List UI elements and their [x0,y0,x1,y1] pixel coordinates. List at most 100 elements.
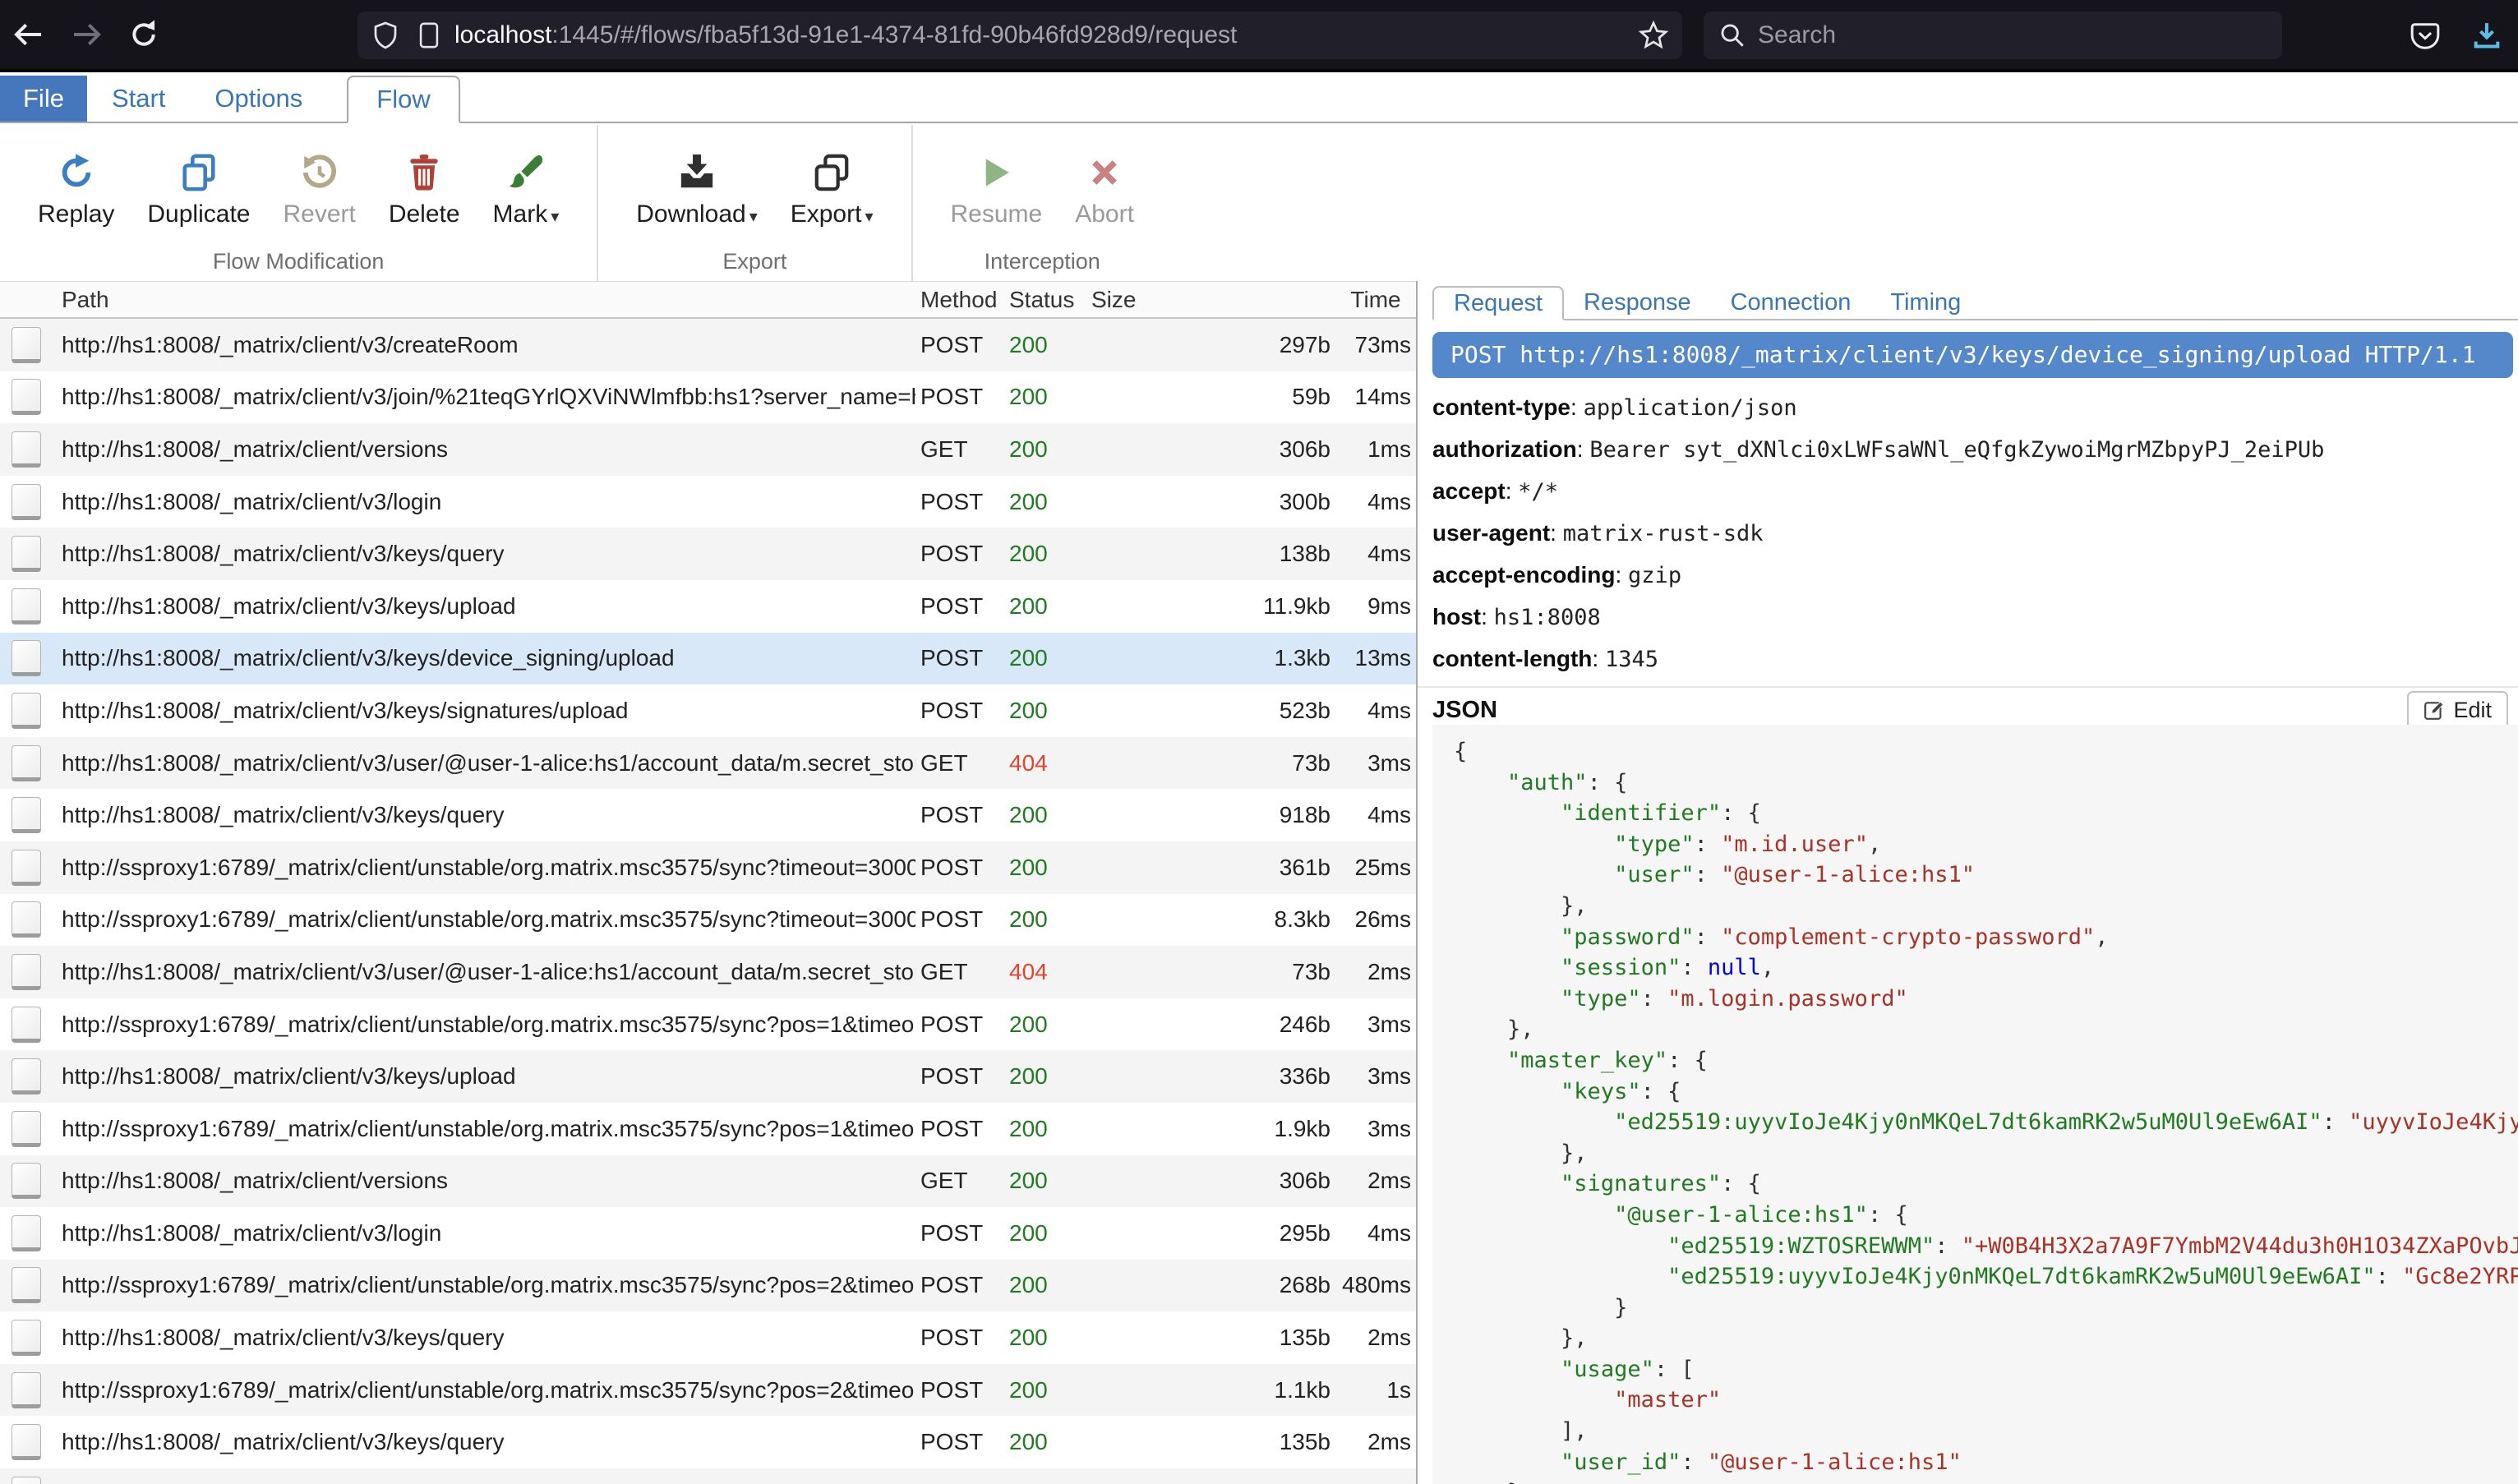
url-path: :1445/#/flows/fba5f13d-91e1-4374-81fd-90… [551,21,1237,48]
tab-flow[interactable]: Flow [347,76,459,123]
flow-row[interactable]: http://hs1:8008/_matrix/client/v3/keys/u… [0,1050,1416,1103]
column-header-time[interactable]: Time [1335,287,1416,313]
page-info-icon[interactable] [415,21,443,49]
downloads-icon[interactable] [2470,20,2503,53]
status-badge: 200 [1004,436,1085,463]
group-caption: Flow Modification [0,249,597,274]
header-line: authorization: Bearer syt_dXNlci0xLWFsaW… [1432,428,2518,470]
flow-row[interactable]: http://hs1:8008/_matrix/client/v3/keys/d… [0,633,1416,685]
menu-start[interactable]: Start [87,76,190,122]
tab-timing[interactable]: Timing [1870,286,1981,319]
export-button[interactable]: Export▾ [774,136,890,238]
tab-response[interactable]: Response [1564,286,1711,319]
forward-button[interactable] [58,8,115,61]
tab-request[interactable]: Request [1432,286,1564,320]
status-badge: 200 [1004,1325,1085,1351]
pocket-icon[interactable] [2410,21,2441,52]
flow-doc-icon [0,1372,53,1408]
abort-button[interactable]: Abort [1058,136,1151,238]
flow-doc-icon [0,901,53,938]
status-badge: 200 [1004,1168,1085,1194]
column-header-method[interactable]: Method [915,287,1004,313]
column-header-size[interactable]: Size [1085,287,1335,313]
flow-row[interactable]: http://hs1:8008/_matrix/client/v3/keys/q… [0,789,1416,841]
edit-pencil-icon [2423,699,2445,721]
flow-row[interactable]: http://hs1:8008/_matrix/client/v3/keys/q… [0,1416,1416,1468]
flow-row[interactable]: http://ssproxy1:6789/_matrix/client/unst… [0,1260,1416,1312]
revert-icon [301,153,339,192]
download-icon [678,153,716,192]
menu-options[interactable]: Options [190,76,327,122]
export-copy-icon [813,153,851,192]
flow-row[interactable]: http://ssproxy1:6789/_matrix/client/unst… [0,841,1416,894]
header-line: accept-encoding: gzip [1432,554,2518,596]
dropdown-caret: ▾ [551,208,559,226]
download-button[interactable]: Download▾ [620,136,773,238]
status-badge: 200 [1004,1116,1085,1142]
flow-doc-icon [0,693,53,729]
json-body: { "auth": { "identifier": { "type": "m.i… [1432,725,2518,1484]
flow-row[interactable]: http://hs1:8008/_matrix/client/v3/create… [0,319,1416,371]
forward-arrow-icon [70,18,103,51]
tab-connection[interactable]: Connection [1711,286,1871,319]
flow-table-header: Path Method Status Size Time [0,281,1416,319]
delete-button[interactable]: Delete [372,136,477,238]
flow-row[interactable]: http://hs1:8008/_matrix/client/v3/loginP… [0,1207,1416,1260]
flow-row[interactable] [0,1468,1416,1484]
flow-row[interactable]: http://hs1:8008/_matrix/client/v3/keys/q… [0,528,1416,580]
flow-doc-icon [0,588,53,624]
back-arrow-icon [12,18,45,51]
flow-doc-icon [0,954,53,990]
replay-icon [58,153,95,192]
dropdown-caret: ▾ [865,208,873,226]
shield-icon[interactable] [371,21,400,50]
url-bar[interactable]: localhost:1445/#/flows/fba5f13d-91e1-437… [357,12,1682,59]
flow-row[interactable]: http://ssproxy1:6789/_matrix/client/unst… [0,1103,1416,1155]
flow-row[interactable]: http://hs1:8008/_matrix/client/v3/loginP… [0,476,1416,528]
flow-row[interactable]: http://hs1:8008/_matrix/client/v3/keys/s… [0,684,1416,737]
search-bar[interactable]: Search [1704,12,2282,59]
header-line: content-length: 1345 [1432,638,2518,680]
status-badge: 200 [1004,1220,1085,1247]
flow-doc-icon [0,745,53,781]
flow-row[interactable]: http://hs1:8008/_matrix/client/v3/keys/q… [0,1311,1416,1364]
edit-button[interactable]: Edit [2407,691,2508,730]
bookmark-star-icon[interactable] [1638,20,1669,51]
browser-toolbar: localhost:1445/#/flows/fba5f13d-91e1-437… [0,0,2518,72]
duplicate-icon [180,153,218,192]
reload-button[interactable] [115,8,173,61]
url-input[interactable]: localhost:1445/#/flows/fba5f13d-91e1-437… [454,21,1638,49]
menu-file[interactable]: File [0,76,87,122]
request-headers: content-type: application/jsonauthorizat… [1432,386,2518,680]
header-line: content-type: application/json [1432,386,2518,428]
column-header-status[interactable]: Status [1004,287,1085,313]
search-icon [1718,21,1746,49]
header-line: accept: */* [1432,470,2518,512]
duplicate-button[interactable]: Duplicate [131,136,266,238]
flow-row[interactable]: http://hs1:8008/_matrix/client/v3/keys/u… [0,580,1416,633]
flow-doc-icon [0,1163,53,1199]
status-badge: 404 [1004,750,1085,777]
flow-doc-icon [0,484,53,520]
flow-toolbar: Replay Duplicate Revert Delete Mark▾ Flo… [0,125,2518,281]
replay-button[interactable]: Replay [21,136,131,238]
mark-button[interactable]: Mark▾ [477,136,576,238]
flow-row[interactable]: http://hs1:8008/_matrix/client/v3/join/%… [0,371,1416,424]
status-badge: 200 [1004,1272,1085,1298]
resume-button[interactable]: Resume [934,136,1059,238]
flow-row[interactable]: http://hs1:8008/_matrix/client/v3/user/@… [0,946,1416,998]
flow-row[interactable]: http://hs1:8008/_matrix/client/versionsG… [0,1155,1416,1208]
flow-row[interactable]: http://hs1:8008/_matrix/client/versionsG… [0,423,1416,476]
status-badge: 200 [1004,593,1085,620]
back-button[interactable] [0,8,58,61]
flow-row[interactable]: http://ssproxy1:6789/_matrix/client/unst… [0,894,1416,947]
flow-row[interactable]: http://hs1:8008/_matrix/client/v3/user/@… [0,737,1416,790]
flow-rows: http://hs1:8008/_matrix/client/v3/create… [0,319,1416,1484]
body-format-label: JSON [1432,697,1497,724]
flow-row[interactable]: http://ssproxy1:6789/_matrix/client/unst… [0,1364,1416,1417]
flow-detail-pane: RequestResponseConnectionTiming POST htt… [1418,281,2518,1484]
column-header-path[interactable]: Path [0,287,915,313]
revert-button[interactable]: Revert [266,136,371,238]
search-input[interactable]: Search [1758,21,1836,49]
flow-row[interactable]: http://ssproxy1:6789/_matrix/client/unst… [0,998,1416,1051]
